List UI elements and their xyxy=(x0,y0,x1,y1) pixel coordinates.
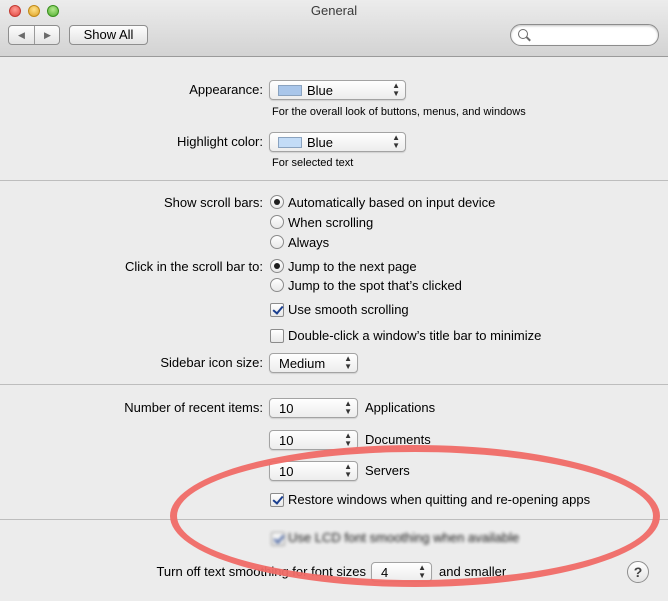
appearance-label: Appearance: xyxy=(189,82,263,97)
scroll-when-scrolling-radio[interactable] xyxy=(270,215,284,229)
window-title: General xyxy=(310,3,358,18)
chevron-updown-icon: ▲ ▼ xyxy=(392,133,400,150)
sidebar-size-label: Sidebar icon size: xyxy=(160,355,263,370)
window-toolbar: General ◀ ▶ Show All xyxy=(0,0,668,57)
highlight-popup[interactable]: Blue ▲ ▼ xyxy=(269,132,406,152)
scroll-auto-radio[interactable] xyxy=(270,195,284,209)
double-click-minimize-label[interactable]: Double-click a window’s title bar to min… xyxy=(288,328,541,343)
divider xyxy=(0,180,668,181)
scroll-always-label[interactable]: Always xyxy=(288,235,329,250)
highlight-label: Highlight color: xyxy=(177,134,263,149)
help-button[interactable]: ? xyxy=(627,561,649,583)
search-field[interactable] xyxy=(510,24,659,46)
annotation-ellipse xyxy=(170,445,660,587)
smooth-scrolling-label[interactable]: Use smooth scrolling xyxy=(288,302,409,317)
chevron-updown-icon: ▲ ▼ xyxy=(344,431,352,448)
recent-documents-value: 10 xyxy=(279,433,294,448)
jump-next-page-label[interactable]: Jump to the next page xyxy=(288,259,417,274)
show-all-button[interactable]: Show All xyxy=(69,25,148,45)
click-scroll-label: Click in the scroll bar to: xyxy=(125,259,263,274)
recent-applications-label: Applications xyxy=(365,400,436,415)
appearance-swatch xyxy=(278,85,302,96)
sidebar-size-value: Medium xyxy=(279,356,326,371)
sidebar-size-popup[interactable]: Medium ▲ ▼ xyxy=(269,353,358,373)
appearance-popup[interactable]: Blue ▲ ▼ xyxy=(269,80,406,100)
recent-items-label: Number of recent items: xyxy=(124,400,263,415)
search-icon xyxy=(518,29,528,39)
recent-applications-value: 10 xyxy=(279,401,294,416)
smooth-scrolling-checkbox[interactable] xyxy=(270,303,284,317)
jump-spot-label[interactable]: Jump to the spot that’s clicked xyxy=(288,278,462,293)
back-forward-control: ◀ ▶ xyxy=(8,25,60,45)
search-input[interactable] xyxy=(533,27,651,43)
double-click-minimize-checkbox[interactable] xyxy=(270,329,284,343)
highlight-swatch xyxy=(278,137,302,148)
scroll-always-radio[interactable] xyxy=(270,235,284,249)
scroll-bars-label: Show scroll bars: xyxy=(164,195,263,210)
jump-spot-radio[interactable] xyxy=(270,278,284,292)
highlight-value: Blue xyxy=(307,135,334,150)
scroll-auto-label[interactable]: Automatically based on input device xyxy=(288,195,495,210)
divider xyxy=(0,384,668,385)
highlight-hint: For selected text xyxy=(272,157,354,169)
appearance-value: Blue xyxy=(307,83,334,98)
scroll-when-scrolling-label[interactable]: When scrolling xyxy=(288,215,373,230)
chevron-updown-icon: ▲ ▼ xyxy=(344,399,352,416)
chevron-updown-icon: ▲ ▼ xyxy=(344,354,352,371)
jump-next-page-radio[interactable] xyxy=(270,259,284,273)
back-arrow-icon[interactable]: ◀ xyxy=(9,26,34,44)
recent-applications-popup[interactable]: 10 ▲ ▼ xyxy=(269,398,358,418)
appearance-hint: For the overall look of buttons, menus, … xyxy=(272,106,526,118)
forward-arrow-icon[interactable]: ▶ xyxy=(35,26,60,44)
chevron-updown-icon: ▲ ▼ xyxy=(392,81,400,98)
